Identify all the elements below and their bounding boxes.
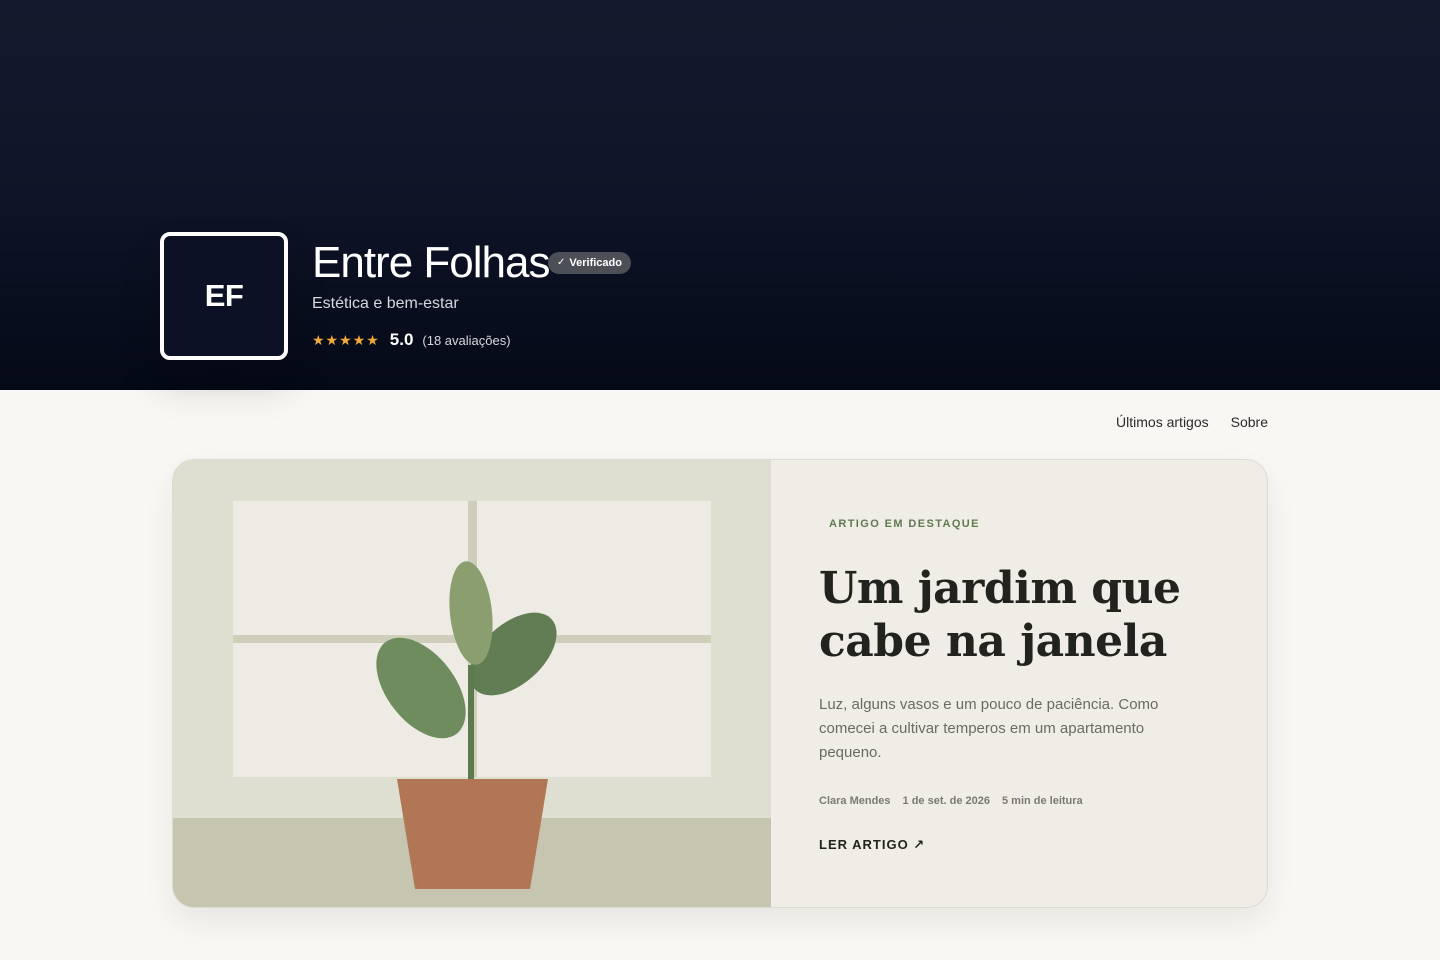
article-read-time: 5 min de leitura <box>1001 795 1083 807</box>
article-author: Clara Mendes <box>819 795 891 807</box>
top-nav: Últimos artigos Sobre <box>1116 414 1268 430</box>
article-date: 1 de set. de 2026 <box>902 795 990 807</box>
rating-count: (18 avaliações) <box>422 332 511 348</box>
nav-item-about[interactable]: Sobre <box>1231 414 1268 430</box>
brand-name: Entre Folhas <box>312 238 550 287</box>
article-title[interactable]: Um jardim que cabe na janela <box>819 562 1219 668</box>
verified-label: Verificado <box>569 257 622 269</box>
rating-summary: ★★★★★ 5.0 (18 avaliações) <box>312 329 511 351</box>
article-excerpt: Luz, alguns vasos e um pouco de paciênci… <box>819 696 1159 761</box>
check-icon: ✓ <box>557 257 566 268</box>
brand-logo: EF <box>160 232 288 360</box>
verified-badge: ✓ Verificado <box>548 252 631 274</box>
plant-window-illustration <box>173 460 771 907</box>
logo-initials: EF <box>204 278 244 313</box>
profile-hero: EF Entre Folhas ✓ Verificado Estética e … <box>0 0 1440 390</box>
read-article-link[interactable]: LER ARTIGO ↗ <box>819 837 925 853</box>
featured-article-content: ARTIGO EM DESTAQUE Um jardim que cabe na… <box>819 460 1219 907</box>
featured-article-card[interactable]: ARTIGO EM DESTAQUE Um jardim que cabe na… <box>172 459 1268 908</box>
star-rating-icon: ★★★★★ <box>312 331 380 348</box>
rating-score: 5.0 <box>389 330 414 349</box>
article-meta: Clara Mendes 1 de set. de 2026 5 min de … <box>819 795 1083 807</box>
nav-item-latest-articles[interactable]: Últimos artigos <box>1116 414 1209 430</box>
brand-tagline: Estética e bem-estar <box>312 295 459 312</box>
featured-eyebrow: ARTIGO EM DESTAQUE <box>829 518 980 530</box>
